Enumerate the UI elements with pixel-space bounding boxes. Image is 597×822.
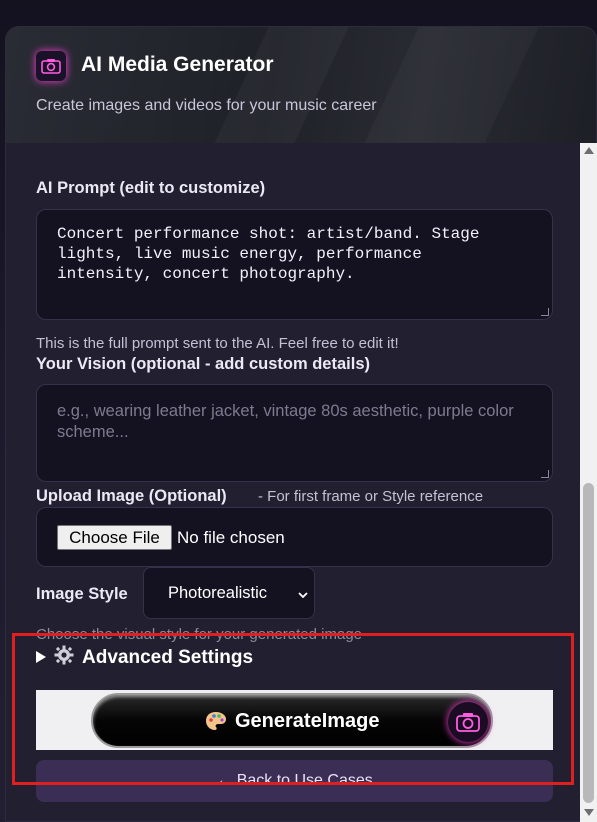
- vision-textarea[interactable]: e.g., wearing leather jacket, vintage 80…: [36, 384, 553, 482]
- resize-handle-icon[interactable]: [541, 470, 549, 478]
- palette-icon: [205, 711, 227, 736]
- style-selected-value: Photorealistic: [168, 584, 268, 602]
- camera-icon: [448, 702, 488, 742]
- style-hint: Choose the visual style for your generat…: [36, 626, 363, 643]
- panel-header: AI Media Generator Create images and vid…: [6, 27, 596, 143]
- triangle-right-icon: [36, 647, 46, 669]
- advanced-settings-label: Advanced Settings: [82, 647, 254, 668]
- prompt-label: AI Prompt (edit to customize): [36, 179, 266, 197]
- vision-label: Your Vision (optional - add custom detai…: [36, 355, 370, 373]
- generate-image-button[interactable]: GenerateImage: [91, 693, 493, 748]
- prompt-text: Concert performance shot: artist/band. S…: [57, 225, 480, 283]
- generate-button-label: GenerateImage: [235, 710, 380, 732]
- chevron-down-icon: [298, 585, 308, 604]
- camera-icon: [36, 51, 66, 81]
- prompt-textarea[interactable]: Concert performance shot: artist/band. S…: [36, 209, 553, 320]
- scroll-down-icon[interactable]: [584, 809, 594, 816]
- style-select[interactable]: Photorealistic: [143, 567, 315, 619]
- style-label: Image Style: [36, 585, 128, 603]
- file-input[interactable]: Choose File No file chosen: [36, 507, 553, 567]
- resize-handle-icon[interactable]: [541, 308, 549, 316]
- scroll-up-icon[interactable]: [584, 147, 594, 154]
- vertical-scrollbar[interactable]: [580, 143, 597, 822]
- vision-placeholder: e.g., wearing leather jacket, vintage 80…: [57, 402, 514, 441]
- page-title: AI Media Generator: [81, 53, 274, 76]
- generate-button-area: GenerateImage: [36, 690, 553, 750]
- file-status: No file chosen: [177, 528, 285, 547]
- scroll-thumb[interactable]: [583, 483, 594, 803]
- upload-note: - For first frame or Style reference: [258, 488, 484, 505]
- page-subtitle: Create images and videos for your music …: [36, 97, 377, 114]
- back-to-use-cases-button[interactable]: ← Back to Use Cases: [36, 760, 553, 802]
- prompt-hint: This is the full prompt sent to the AI. …: [36, 335, 399, 352]
- upload-label: Upload Image (Optional): [36, 487, 227, 505]
- form-content: AI Prompt (edit to customize) Concert pe…: [6, 143, 580, 821]
- media-generator-panel: AI Media Generator Create images and vid…: [5, 26, 597, 822]
- gear-icon: [54, 645, 74, 671]
- advanced-settings-toggle[interactable]: Advanced Settings: [36, 645, 253, 671]
- choose-file-button[interactable]: Choose File: [57, 525, 172, 550]
